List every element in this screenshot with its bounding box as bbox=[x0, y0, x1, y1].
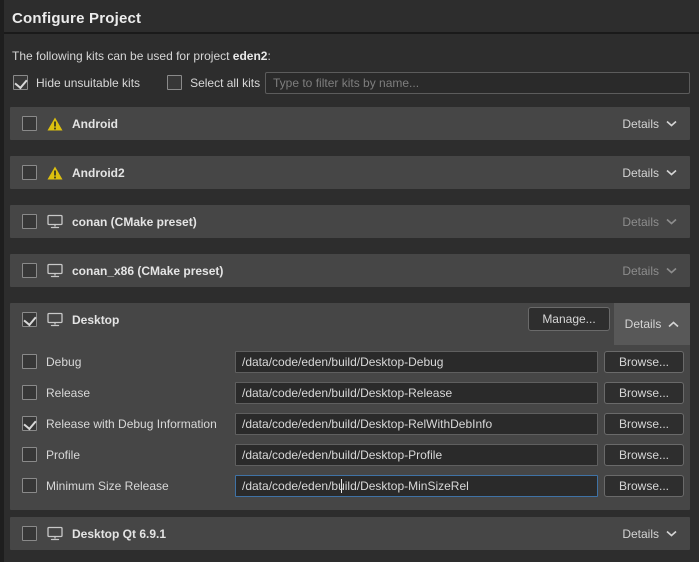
kit-desktop-details-toggle[interactable]: Details bbox=[614, 303, 690, 345]
kit-filter-input[interactable] bbox=[265, 72, 690, 94]
kit-row-android[interactable]: Android Details bbox=[10, 107, 690, 140]
debug-browse-button[interactable]: Browse... bbox=[604, 351, 684, 373]
build-config-row-relwithdebinfo: Release with Debug Information Browse... bbox=[10, 413, 690, 435]
text-caret bbox=[341, 479, 342, 493]
chevron-down-icon bbox=[666, 267, 677, 274]
kit-android2-checkbox[interactable] bbox=[22, 165, 37, 180]
kit-name: Android bbox=[72, 117, 118, 131]
kit-desktop-qt-details-toggle[interactable]: Details bbox=[609, 517, 690, 550]
details-label: Details bbox=[622, 527, 659, 541]
details-label: Details bbox=[622, 215, 659, 229]
hide-unsuitable-kits-option[interactable]: Hide unsuitable kits bbox=[13, 75, 140, 90]
filter-controls-row: Hide unsuitable kits Select all kits bbox=[13, 75, 260, 90]
profile-config-option[interactable]: Profile bbox=[22, 447, 80, 462]
kits-description: The following kits can be used for proje… bbox=[12, 49, 271, 63]
kit-row-desktop[interactable]: Desktop Manage... Details bbox=[10, 303, 690, 336]
warning-icon bbox=[47, 166, 63, 180]
project-name: eden2 bbox=[233, 49, 268, 63]
chevron-down-icon bbox=[666, 169, 677, 176]
kit-name: conan (CMake preset) bbox=[72, 215, 197, 229]
kit-conan-checkbox[interactable] bbox=[22, 214, 37, 229]
release-browse-button[interactable]: Browse... bbox=[604, 382, 684, 404]
hide-unsuitable-kits-checkbox[interactable] bbox=[13, 75, 28, 90]
desktop-monitor-icon bbox=[47, 526, 63, 541]
build-config-row-debug: Debug Browse... bbox=[10, 351, 690, 373]
manage-kits-button[interactable]: Manage... bbox=[528, 307, 610, 331]
kits-description-prefix: The following kits can be used for proje… bbox=[12, 49, 233, 63]
chevron-down-icon bbox=[666, 120, 677, 127]
details-label: Details bbox=[622, 264, 659, 278]
profile-path-input[interactable] bbox=[235, 444, 598, 466]
kit-name: Desktop Qt 6.9.1 bbox=[72, 527, 166, 541]
details-label: Details bbox=[622, 117, 659, 131]
kit-conan-x86-details-toggle: Details bbox=[609, 254, 690, 287]
chevron-up-icon bbox=[668, 321, 679, 328]
warning-icon bbox=[47, 117, 63, 131]
relwithdebinfo-checkbox[interactable] bbox=[22, 416, 37, 431]
kit-conan-details-toggle: Details bbox=[609, 205, 690, 238]
title-divider bbox=[4, 32, 699, 34]
kit-row-desktop-qt[interactable]: Desktop Qt 6.9.1 Details bbox=[10, 517, 690, 550]
kit-desktop-qt-checkbox[interactable] bbox=[22, 526, 37, 541]
debug-checkbox[interactable] bbox=[22, 354, 37, 369]
left-edge-strip bbox=[0, 0, 4, 562]
relwithdebinfo-browse-button[interactable]: Browse... bbox=[604, 413, 684, 435]
kit-desktop-checkbox[interactable] bbox=[22, 312, 37, 327]
kit-android-checkbox[interactable] bbox=[22, 116, 37, 131]
select-all-kits-checkbox[interactable] bbox=[167, 75, 182, 90]
release-checkbox[interactable] bbox=[22, 385, 37, 400]
kits-description-suffix: : bbox=[267, 49, 270, 63]
kit-row-conan[interactable]: conan (CMake preset) Details bbox=[10, 205, 690, 238]
chevron-down-icon bbox=[666, 530, 677, 537]
kit-android2-details-toggle[interactable]: Details bbox=[609, 156, 690, 189]
kit-desktop-expanded-block: Desktop Manage... Details Debug Browse..… bbox=[10, 303, 690, 510]
release-config-option[interactable]: Release bbox=[22, 385, 90, 400]
minsizerel-path-input[interactable] bbox=[235, 475, 598, 497]
kit-android-details-toggle[interactable]: Details bbox=[609, 107, 690, 140]
debug-path-input[interactable] bbox=[235, 351, 598, 373]
release-path-input[interactable] bbox=[235, 382, 598, 404]
build-config-label: Release with Debug Information bbox=[46, 417, 217, 431]
kit-row-conan-x86[interactable]: conan_x86 (CMake preset) Details bbox=[10, 254, 690, 287]
details-label: Details bbox=[622, 166, 659, 180]
build-config-label: Release bbox=[46, 386, 90, 400]
build-config-row-release: Release Browse... bbox=[10, 382, 690, 404]
chevron-down-icon bbox=[666, 218, 677, 225]
kit-name: conan_x86 (CMake preset) bbox=[72, 264, 223, 278]
build-config-row-minsizerel: Minimum Size Release Browse... bbox=[10, 475, 690, 497]
desktop-monitor-icon bbox=[47, 263, 63, 278]
profile-checkbox[interactable] bbox=[22, 447, 37, 462]
relwithdebinfo-config-option[interactable]: Release with Debug Information bbox=[22, 416, 217, 431]
build-config-label: Minimum Size Release bbox=[46, 479, 169, 493]
build-config-row-profile: Profile Browse... bbox=[10, 444, 690, 466]
minsizerel-checkbox[interactable] bbox=[22, 478, 37, 493]
kit-name: Android2 bbox=[72, 166, 125, 180]
select-all-kits-option[interactable]: Select all kits bbox=[167, 75, 260, 90]
kit-name: Desktop bbox=[72, 313, 119, 327]
desktop-monitor-icon bbox=[47, 214, 63, 229]
kit-conan-x86-checkbox[interactable] bbox=[22, 263, 37, 278]
minsizerel-config-option[interactable]: Minimum Size Release bbox=[22, 478, 169, 493]
desktop-monitor-icon bbox=[47, 312, 63, 327]
profile-browse-button[interactable]: Browse... bbox=[604, 444, 684, 466]
relwithdebinfo-path-input[interactable] bbox=[235, 413, 598, 435]
kit-row-android2[interactable]: Android2 Details bbox=[10, 156, 690, 189]
select-all-kits-label: Select all kits bbox=[190, 76, 260, 90]
minsizerel-browse-button[interactable]: Browse... bbox=[604, 475, 684, 497]
configure-project-page: Configure Project The following kits can… bbox=[0, 0, 699, 562]
hide-unsuitable-kits-label: Hide unsuitable kits bbox=[36, 76, 140, 90]
build-config-label: Profile bbox=[46, 448, 80, 462]
page-title: Configure Project bbox=[12, 10, 141, 27]
debug-config-option[interactable]: Debug bbox=[22, 354, 81, 369]
details-label: Details bbox=[625, 317, 662, 331]
build-config-label: Debug bbox=[46, 355, 81, 369]
